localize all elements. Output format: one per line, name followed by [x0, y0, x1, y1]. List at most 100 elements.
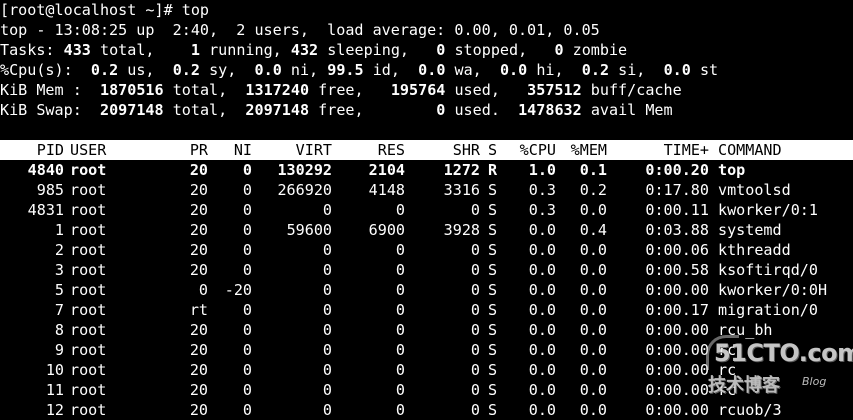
swap-line: KiB Swap: 2097148 total, 2097148 free, 0…: [0, 100, 853, 120]
cell-mem: 0.0: [579, 281, 607, 299]
cell-user: root: [70, 281, 107, 299]
cpu-si: 0.2: [581, 61, 610, 79]
cell-state: S: [488, 181, 498, 199]
cell-virt: 0: [322, 401, 332, 419]
header-cpu: %CPU: [519, 141, 556, 159]
cell-res: 0: [395, 401, 405, 419]
cell-pr: 20: [189, 361, 208, 379]
cell-time: 0:00.00: [645, 281, 709, 299]
cpu-sy: 0.2: [172, 61, 200, 79]
tasks-stopped-label: stopped,: [454, 41, 528, 59]
process-row[interactable]: 11 root 20 0 0 0 0 S 0.0 0.0 0:00.00 rc: [0, 380, 853, 400]
cell-mem: 0.1: [579, 161, 607, 179]
process-row[interactable]: 1 root 20 0 59600 6900 3928 S 0.0 0.4 0:03.88 syste…: [0, 220, 853, 240]
cell-time: 0:00.58: [645, 261, 709, 279]
cell-pid: 985: [36, 181, 64, 199]
cell-pid: 7: [54, 301, 64, 319]
process-table-header: PID USER PR NI VIRT RES SHR S %CPU %MEM TIME+ COMMA…: [0, 140, 853, 160]
process-row[interactable]: 985 root 20 0 266920 4148 3316 S 0.3 0.2 0:17.80 vm…: [0, 180, 853, 200]
cell-res: 0: [395, 241, 405, 259]
cell-virt: 0: [322, 321, 332, 339]
cell-shr: 0: [470, 301, 480, 319]
terminal-window[interactable]: [root@localhost ~]# top top - 13:08:25 u…: [0, 0, 853, 419]
cell-time: 0:00.20: [645, 161, 709, 179]
cell-time: 0:17.80: [645, 181, 709, 199]
process-row[interactable]: 12 root 20 0 0 0 0 S 0.0 0.0 0:00.00 rcuob/3: [0, 400, 853, 420]
cell-pid: 11: [45, 381, 64, 399]
process-row[interactable]: 5 root 0 -20 0 0 0 S 0.0 0.0 0:00.00 kworker/0:0H: [0, 280, 853, 300]
cell-res: 0: [395, 281, 405, 299]
process-row[interactable]: 9 root 20 0 0 0 0 S 0.0 0.0 0:00.00 rc: [0, 340, 853, 360]
cell-mem: 0.4: [579, 221, 607, 239]
header-command: COMMAND: [718, 141, 782, 159]
cpu-ni: 0.0: [254, 61, 282, 79]
header-s: S: [488, 141, 498, 159]
cell-res: 0: [395, 381, 405, 399]
cell-pr: 20: [189, 341, 208, 359]
cell-pr: 20: [189, 241, 208, 259]
process-row[interactable]: 2 root 20 0 0 0 0 S 0.0 0.0 0:00.06 kthreadd: [0, 240, 853, 260]
cell-ni: 0: [242, 301, 252, 319]
cell-cpu: 1.0: [528, 161, 556, 179]
cell-time: 0:00.00: [645, 341, 709, 359]
process-row[interactable]: 4840 root 20 0 130292 2104 1272 R 1.0 0.1 0:00.20 t…: [0, 160, 853, 180]
cell-res: 0: [395, 361, 405, 379]
swap-avail: 1478632: [518, 101, 582, 119]
cell-time: 0:00.11: [645, 201, 709, 219]
cell-pid: 9: [54, 341, 64, 359]
cell-pr: rt: [189, 301, 208, 319]
cell-ni: 0: [242, 321, 252, 339]
process-row[interactable]: 7 root rt 0 0 0 0 S 0.0 0.0 0:00.17 migration/0: [0, 300, 853, 320]
cell-virt: 0: [322, 281, 332, 299]
cell-user: root: [70, 301, 107, 319]
cell-res: 0: [395, 201, 405, 219]
cell-state: S: [488, 341, 498, 359]
cell-cpu: 0.0: [528, 281, 556, 299]
cell-time: 0:03.88: [645, 221, 709, 239]
process-row[interactable]: 4831 root 20 0 0 0 0 S 0.3 0.0 0:00.11 kworker/0:1: [0, 200, 853, 220]
swap-used: 0: [436, 101, 446, 119]
cell-command: systemd: [718, 221, 782, 239]
cell-shr: 0: [470, 261, 480, 279]
cell-cpu: 0.3: [528, 181, 556, 199]
cell-shr: 0: [470, 341, 480, 359]
shell-prompt: [root@localhost ~]# top: [0, 1, 210, 19]
process-row[interactable]: 3 root 20 0 0 0 0 S 0.0 0.0 0:00.58 ksoftirqd/0: [0, 260, 853, 280]
tasks-stopped: 0: [436, 41, 446, 59]
cell-ni: 0: [242, 401, 252, 419]
cell-pid: 12: [45, 401, 64, 419]
cell-command: top: [718, 161, 746, 179]
tasks-running: 1: [190, 41, 200, 59]
cell-virt: 266920: [277, 181, 332, 199]
cell-cpu: 0.0: [528, 341, 556, 359]
header-res: RES: [377, 141, 405, 159]
tasks-sleeping-label: sleeping,: [327, 41, 410, 59]
cell-pr: 20: [189, 161, 208, 179]
process-row[interactable]: 10 root 20 0 0 0 0 S 0.0 0.0 0:00.00 rc: [0, 360, 853, 380]
cpu-id-label: id,: [372, 61, 400, 79]
cell-pid: 10: [45, 361, 64, 379]
cpu-st: 0.0: [663, 61, 691, 79]
cell-command: rc: [718, 361, 737, 379]
process-row[interactable]: 8 root 20 0 0 0 0 S 0.0 0.0 0:00.00 rcu_bh: [0, 320, 853, 340]
cell-state: S: [488, 201, 498, 219]
top-uptime-line: top - 13:08:25 up 2:40, 2 users, load av…: [0, 21, 600, 39]
swap-total: 2097148: [99, 101, 164, 119]
cell-user: root: [70, 261, 107, 279]
mem-total-label: total,: [172, 81, 228, 99]
cell-pr: 20: [189, 181, 208, 199]
cell-user: root: [70, 241, 107, 259]
cell-state: S: [488, 401, 498, 419]
cell-mem: 0.2: [579, 181, 607, 199]
mem-free: 1317240: [245, 81, 310, 99]
cell-user: root: [70, 181, 107, 199]
cell-command: kthreadd: [718, 241, 791, 259]
cpu-us: 0.2: [90, 61, 119, 79]
tasks-label: Tasks:: [0, 41, 55, 59]
mem-label: KiB Mem :: [0, 81, 82, 99]
mem-line: KiB Mem : 1870516 total, 1317240 free, 1…: [0, 80, 853, 100]
cell-virt: 0: [322, 361, 332, 379]
cell-state: S: [488, 321, 498, 339]
cell-user: root: [70, 201, 107, 219]
